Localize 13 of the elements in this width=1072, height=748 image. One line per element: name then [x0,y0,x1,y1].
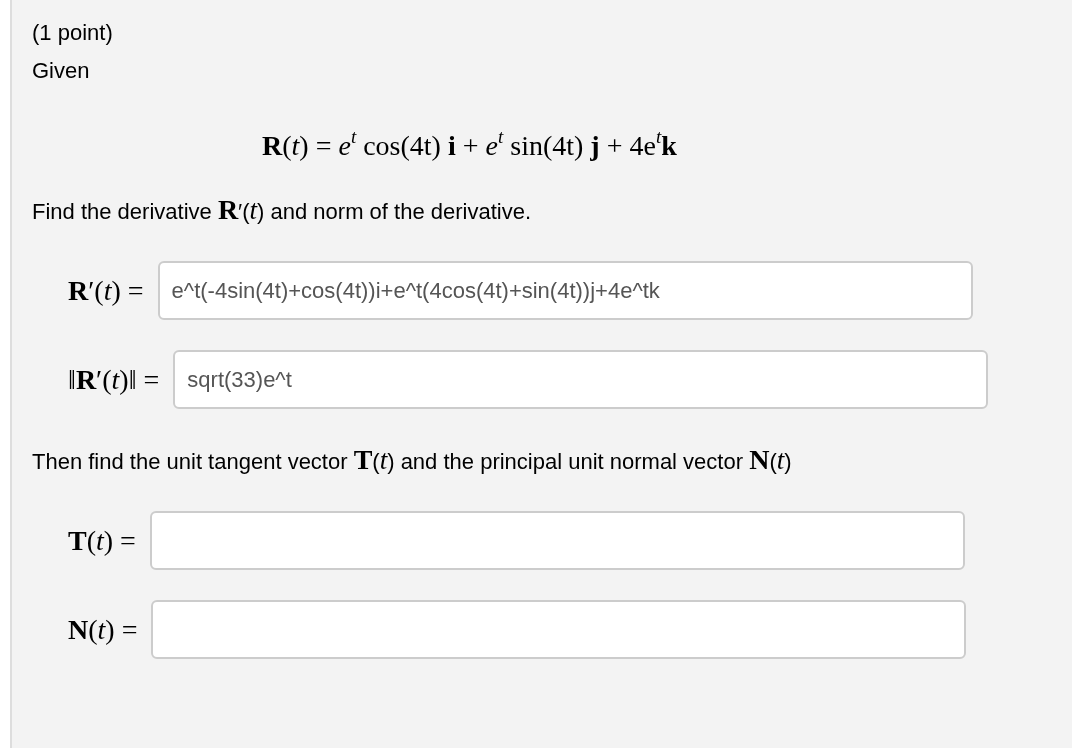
intro-text: Given [32,57,90,85]
field-label: R′(t) = [68,273,144,308]
answer-field[interactable]: e^t(-4sin(4t)+cos(4t))i+e^t(4cos(4t)+sin(4t))j+4e^tk [157,261,973,320]
question-text: Find the derivative R′(t) and norm of the derivative. [32,195,531,227]
field-label: T(t) = [68,523,136,558]
points-label: (1 point) [32,19,113,47]
answer-field[interactable] [151,600,967,659]
field-label: N(t) = [68,612,138,647]
answer-field[interactable]: sqrt(33)e^t [173,350,989,409]
field-label: ‖R′(t)‖ = [68,362,160,397]
question-text: Then find the unit tangent vector T(t) and the principal unit normal vector N(t) [32,445,792,477]
answer-field[interactable] [149,511,965,570]
vector-formula: R(t) = e$^{t}$ cos(4t) i + e$^{t}$ sin(4t) j + 4e$^{t}$k [262,128,677,163]
